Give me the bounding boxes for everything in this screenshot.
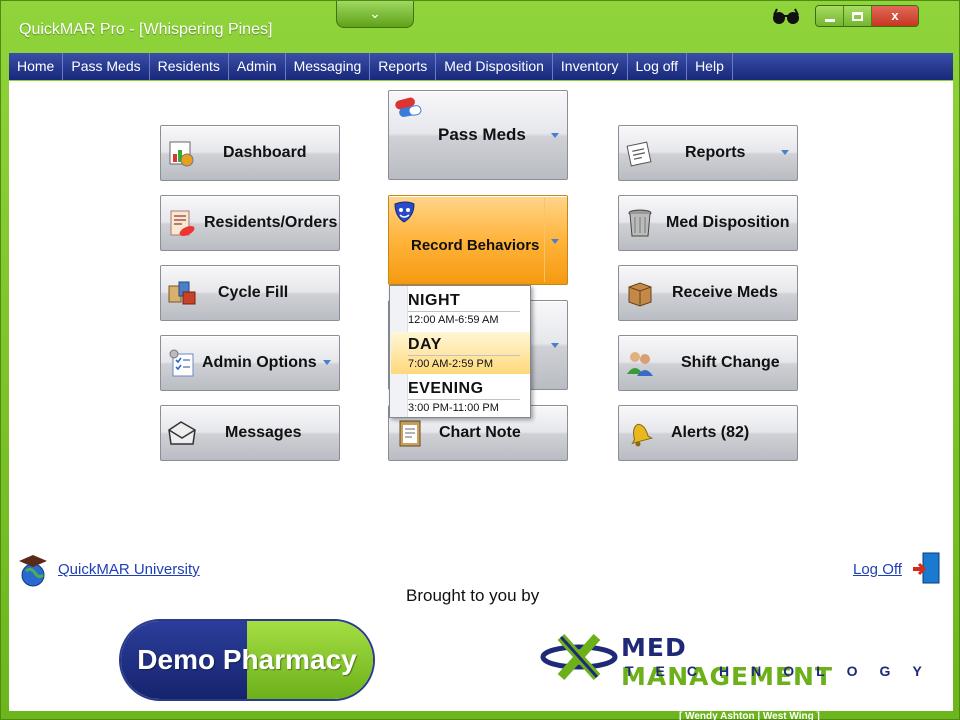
pass-meds-button[interactable]: Pass Meds (388, 90, 568, 180)
chevron-down-icon (551, 133, 559, 138)
receive-meds-button[interactable]: Receive Meds (618, 265, 798, 321)
residents-orders-label: Residents/Orders (204, 214, 338, 231)
cycle-fill-button[interactable]: Cycle Fill (160, 265, 340, 321)
admin-options-button[interactable]: Admin Options (160, 335, 340, 391)
demo-pharmacy-logo: Demo Pharmacy (119, 619, 375, 701)
shift-name: NIGHT (408, 292, 461, 309)
pass-meds-label: Pass Meds (438, 125, 526, 144)
quick-access-tab[interactable]: ⌄ (336, 1, 414, 28)
minimize-button[interactable] (816, 6, 844, 26)
shift-dropdown-menu: NIGHT 12:00 AM-6:59 AM DAY 7:00 AM-2:59 … (389, 285, 531, 418)
chart-note-label: Chart Note (439, 424, 521, 441)
main-menu-bar: Home Pass Meds Residents Admin Messaging… (9, 53, 953, 80)
shift-change-button[interactable]: Shift Change (618, 335, 798, 391)
chevron-down-icon (781, 150, 789, 155)
dashboard-label: Dashboard (223, 144, 307, 161)
med-disposition-label: Med Disposition (666, 214, 790, 231)
glasses-icon[interactable] (771, 7, 801, 25)
shift-time: 12:00 AM-6:59 AM (408, 311, 520, 326)
menu-pass-meds[interactable]: Pass Meds (63, 53, 150, 80)
close-button[interactable]: x (872, 6, 918, 26)
mmt-company-name: MED MANAGEMENT (621, 633, 889, 691)
menu-residents[interactable]: Residents (150, 53, 229, 80)
reports-label: Reports (685, 144, 746, 161)
maximize-button[interactable] (844, 6, 872, 26)
window-title: QuickMAR Pro - [Whispering Pines] (19, 21, 273, 38)
med-management-logo: MED MANAGEMENT TECHNOLOGY (539, 629, 922, 691)
menu-help[interactable]: Help (687, 53, 733, 80)
menu-log-off[interactable]: Log off (628, 53, 688, 80)
shift-option-day[interactable]: DAY 7:00 AM-2:59 PM (391, 332, 530, 374)
brought-to-you-by-text: Brought to you by (406, 586, 540, 605)
residents-orders-button[interactable]: Residents/Orders (160, 195, 340, 251)
menu-reports[interactable]: Reports (370, 53, 437, 80)
reports-button[interactable]: Reports (618, 125, 798, 181)
title-bar: QuickMAR Pro - [Whispering Pines] ⌄ x (1, 1, 960, 51)
mmt-tagline: TECHNOLOGY (625, 663, 944, 679)
graduation-globe-icon (19, 555, 47, 587)
app-window: QuickMAR Pro - [Whispering Pines] ⌄ x Ho… (0, 0, 960, 720)
shift-option-evening[interactable]: EVENING 3:00 PM-11:00 PM (408, 376, 530, 418)
receive-meds-label: Receive Meds (672, 284, 778, 301)
record-behaviors-button[interactable]: Record Behaviors (388, 195, 568, 285)
mmt-name-part-a: MED (621, 633, 687, 662)
shift-time: 7:00 AM-2:59 PM (408, 355, 520, 370)
mmt-x-mark-icon (540, 633, 618, 681)
messages-label: Messages (225, 424, 302, 441)
med-disposition-button[interactable]: Med Disposition (618, 195, 798, 251)
pharmacy-logo-text: Demo Pharmacy (137, 644, 357, 675)
alerts-button[interactable]: Alerts (82) (618, 405, 798, 461)
messages-button[interactable]: Messages (160, 405, 340, 461)
menu-messaging[interactable]: Messaging (286, 53, 371, 80)
shift-time: 3:00 PM-11:00 PM (408, 399, 520, 414)
minimize-icon (825, 19, 835, 22)
log-off-link[interactable]: Log Off (853, 561, 902, 578)
menu-inventory[interactable]: Inventory (553, 53, 628, 80)
shift-name: DAY (408, 336, 442, 353)
menu-admin[interactable]: Admin (229, 53, 286, 80)
maximize-icon (852, 12, 863, 21)
main-content: Dashboard Residents/Orders Cycle Fill Ad… (9, 81, 953, 711)
quickmar-university-link[interactable]: QuickMAR University (58, 561, 200, 578)
shift-option-night[interactable]: NIGHT 12:00 AM-6:59 AM (408, 288, 530, 330)
alerts-label: Alerts (82) (671, 424, 750, 441)
chevron-down-icon (551, 343, 559, 348)
exit-door-icon[interactable] (911, 551, 943, 585)
window-controls: x (815, 5, 919, 27)
chevron-down-icon (323, 360, 331, 365)
admin-options-label: Admin Options (202, 354, 317, 371)
chevron-down-icon[interactable] (551, 239, 559, 244)
status-bar: [ Wendy Ashton | West Wing ] (9, 711, 953, 720)
shift-change-label: Shift Change (681, 354, 780, 371)
menu-home[interactable]: Home (9, 53, 64, 80)
cycle-fill-label: Cycle Fill (218, 284, 289, 301)
dashboard-button[interactable]: Dashboard (160, 125, 340, 181)
menu-med-disposition[interactable]: Med Disposition (436, 53, 553, 80)
record-behaviors-label: Record Behaviors (411, 236, 540, 254)
current-user-status: [ Wendy Ashton | West Wing ] (679, 711, 820, 720)
shift-name: EVENING (408, 380, 484, 397)
